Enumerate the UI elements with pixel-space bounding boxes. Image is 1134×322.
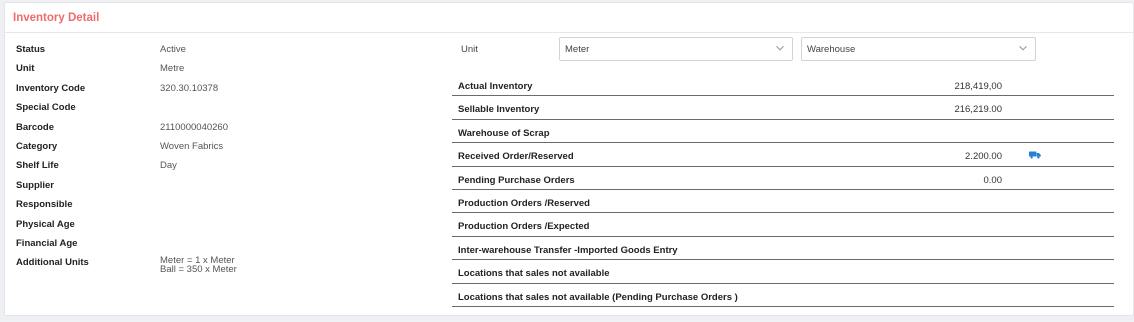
truck-icon[interactable]	[1029, 151, 1041, 159]
inventory-row-sellable: Sellable Inventory 216,219.00	[452, 96, 1114, 120]
inventory-row-received-order: Received Order/Reserved 2.200.00	[452, 143, 1114, 167]
detail-row-unit: Unit Metre	[16, 63, 436, 82]
inventory-row-production-expected: Production Orders /Expected	[452, 213, 1114, 237]
detail-value: Day	[160, 160, 177, 172]
detail-label: Responsible	[16, 199, 73, 211]
detail-row-status: Status Active	[16, 44, 436, 63]
detail-row-responsible: Responsible	[16, 199, 436, 218]
detail-label: Financial Age	[16, 237, 78, 249]
warehouse-select-value: Warehouse	[807, 43, 856, 55]
detail-value: Active	[160, 44, 186, 55]
inventory-label: Production Orders /Expected	[458, 221, 590, 233]
detail-label: Barcode	[16, 121, 55, 133]
inventory-row-pending-purchase: Pending Purchase Orders 0.00	[452, 167, 1114, 190]
details-list: Status Active Unit Metre Inventory Code …	[16, 44, 436, 277]
inventory-row-production-reserved: Production Orders /Reserved	[452, 190, 1114, 214]
inventory-row-scrap: Warehouse of Scrap	[452, 120, 1114, 144]
inventory-row-locations-unavailable-pending: Locations that sales not available (Pend…	[452, 284, 1114, 307]
detail-value: Metre	[160, 63, 185, 75]
unit-select[interactable]: Meter	[559, 37, 793, 61]
unit-select-value: Meter	[565, 43, 590, 55]
detail-value: Meter = 1 x Meter Ball = 350 x Meter	[160, 256, 237, 276]
inventory-value: 2.200.00	[965, 151, 1002, 163]
detail-label: Unit	[16, 63, 35, 75]
warehouse-select[interactable]: Warehouse	[801, 37, 1036, 61]
inventory-table: Actual Inventory 218,419,00 Sellable Inv…	[452, 73, 1114, 307]
detail-row-physical-age: Physical Age	[16, 219, 436, 238]
detail-value: Woven Fabrics	[160, 140, 224, 152]
inventory-label: Sellable Inventory	[458, 104, 540, 116]
detail-row-barcode: Barcode 2110000040260	[16, 122, 436, 141]
unit-filter-label: Unit	[461, 44, 478, 55]
detail-label: Shelf Life	[16, 160, 59, 172]
detail-label: Inventory Code	[16, 82, 86, 94]
detail-label: Supplier	[16, 179, 55, 191]
inventory-value: 218,419,00	[954, 81, 1002, 92]
detail-label: Category	[16, 140, 58, 152]
inventory-label: Warehouse of Scrap	[458, 127, 550, 139]
inventory-row-locations-unavailable: Locations that sales not available	[452, 260, 1114, 284]
detail-label: Special Code	[16, 102, 76, 114]
detail-label: Additional Units	[16, 257, 89, 269]
inventory-row-inter-warehouse: Inter-warehouse Transfer -Imported Goods…	[452, 237, 1114, 261]
detail-row-special-code: Special Code	[16, 102, 436, 121]
detail-row-additional-units: Additional Units Meter = 1 x Meter Ball …	[16, 256, 436, 276]
additional-unit-line: Ball = 350 x Meter	[160, 264, 237, 276]
inventory-value: 0.00	[983, 174, 1003, 186]
inventory-label: Locations that sales not available (Pend…	[458, 291, 738, 303]
panel-header: Inventory Detail	[5, 3, 1133, 33]
inventory-label: Locations that sales not available	[458, 268, 610, 280]
detail-row-supplier: Supplier	[16, 180, 436, 199]
inventory-row-actual: Actual Inventory 218,419,00	[452, 73, 1114, 97]
inventory-label: Pending Purchase Orders	[458, 174, 575, 186]
detail-row-category: Category Woven Fabrics	[16, 141, 436, 160]
detail-row-shelf-life: Shelf Life Day	[16, 160, 436, 179]
inventory-label: Production Orders /Reserved	[458, 197, 590, 209]
chevron-down-icon	[776, 45, 784, 51]
chevron-down-icon	[1019, 45, 1027, 51]
panel-title: Inventory Detail	[13, 11, 100, 24]
detail-label: Status	[16, 44, 46, 55]
detail-label: Physical Age	[16, 218, 75, 230]
inventory-label: Inter-warehouse Transfer -Imported Goods…	[458, 244, 678, 256]
inventory-value: 216,219.00	[954, 104, 1002, 116]
detail-row-inventory-code: Inventory Code 320.30.10378	[16, 83, 436, 102]
detail-value: 2110000040260	[160, 121, 228, 133]
inventory-label: Received Order/Reserved	[458, 151, 574, 163]
detail-value: 320.30.10378	[160, 82, 219, 94]
inventory-label: Actual Inventory	[458, 81, 533, 92]
